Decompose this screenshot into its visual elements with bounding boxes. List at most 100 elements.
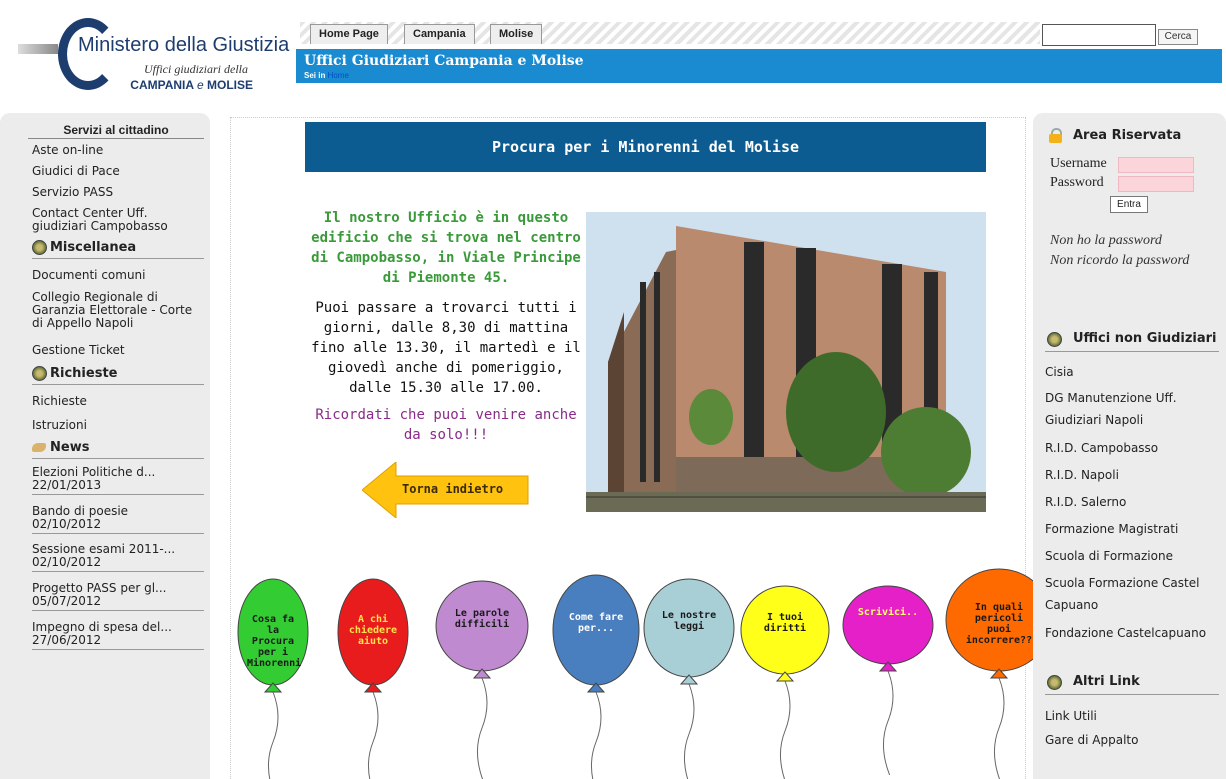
password-field[interactable]: [1118, 176, 1194, 192]
sidebar-item-ticket[interactable]: Gestione Ticket: [32, 344, 204, 357]
balloon-label: A chi chiedere aiuto: [348, 614, 398, 647]
sidebar-item-istruzioni[interactable]: Istruzioni: [32, 419, 204, 432]
sidebar-item-servizio-pass[interactable]: Servizio PASS: [32, 186, 204, 199]
news-date: 02/10/2012: [32, 555, 102, 569]
news-date: 27/06/2012: [32, 633, 102, 647]
link-formazione-magistrati[interactable]: Formazione Magistrati: [1045, 518, 1223, 540]
sidebar-item-contact-center[interactable]: Contact Center Uff. giudiziari Campobass…: [32, 207, 204, 233]
link-utili[interactable]: Link Utili: [1045, 705, 1223, 727]
sidebar-item-richieste[interactable]: Richieste: [32, 395, 204, 408]
sidebar-item-aste[interactable]: Aste on-line: [32, 144, 204, 157]
forgot-password-link[interactable]: Non ricordo la password: [1050, 253, 1189, 269]
area-riservata-title: Area Riservata: [1073, 128, 1182, 143]
link-gare-appalto[interactable]: Gare di Appalto: [1045, 729, 1223, 751]
link-cisia[interactable]: Cisia: [1045, 361, 1223, 383]
ministry-logo[interactable]: Ministero della Giustizia Uffici giudizi…: [18, 14, 289, 102]
news-date: 02/10/2012: [32, 517, 102, 531]
news-title: News: [50, 440, 90, 455]
username-label: Username: [1050, 156, 1107, 171]
hours-paragraph: Puoi passare a trovarci tutti i giorni, …: [311, 300, 581, 396]
miscellanea-header: Miscellanea: [32, 237, 204, 259]
balloon-icon: [337, 578, 409, 779]
news-item[interactable]: Elezioni Politiche d... 22/01/2013: [32, 466, 204, 495]
news-date: 05/07/2012: [32, 594, 102, 608]
left-sidebar: Servizi al cittadino Aste on-line Giudic…: [0, 113, 210, 779]
page-title: Procura per i Minorenni del Molise: [491, 138, 800, 156]
balloon-label: Cosa fa la Procura per i Minorenni: [247, 614, 302, 669]
news-title-text: Impegno di spesa del...: [32, 620, 172, 634]
no-password-link[interactable]: Non ho la password: [1050, 233, 1162, 249]
news-item[interactable]: Impegno di spesa del... 27/06/2012: [32, 621, 204, 650]
balloon-button[interactable]: I tuoi diritti: [740, 585, 830, 779]
area-riservata-header: Area Riservata: [1045, 125, 1219, 149]
news-title-text: Elezioni Politiche d...: [32, 465, 156, 479]
balloon-button[interactable]: A chi chiedere aiuto: [337, 578, 409, 779]
news-item[interactable]: Sessione esami 2011-... 02/10/2012: [32, 543, 204, 572]
site-title: Uffici Giudiziari Campania e Molise: [304, 53, 584, 69]
logo-title-part2: Giustizia: [212, 34, 290, 56]
breadcrumb-prefix: Sei in: [304, 71, 326, 80]
username-field[interactable]: [1118, 157, 1194, 173]
balloon-label: Scrivici..: [857, 607, 919, 618]
emblem-icon: [32, 366, 47, 381]
altri-link-header: Altri Link: [1045, 671, 1219, 695]
link-rid-salerno[interactable]: R.I.D. Salerno: [1045, 491, 1223, 513]
balloon-button[interactable]: Le nostre leggi: [643, 578, 735, 779]
link-scuola-formazione[interactable]: Scuola di Formazione: [1045, 545, 1223, 567]
sidebar-item-giudici-pace[interactable]: Giudici di Pace: [32, 165, 204, 178]
balloon-button[interactable]: Cosa fa la Procura per i Minorenni: [237, 578, 309, 779]
logo-title: Ministero della Giustizia: [78, 34, 289, 57]
logo-region-a: CAMPANIA: [130, 78, 194, 92]
password-label: Password: [1050, 175, 1104, 190]
sidebar-item-collegio[interactable]: Collegio Regionale di Garanzia Elettoral…: [32, 291, 204, 330]
balloon-button[interactable]: Come fare per...: [552, 574, 640, 779]
uffici-header: Uffici non Giudiziari: [1045, 328, 1219, 352]
sidebar-item-documenti[interactable]: Documenti comuni: [32, 269, 204, 282]
site-title-bar: Uffici Giudiziari Campania e Molise Sei …: [296, 49, 1222, 83]
reminder-paragraph: Ricordati che puoi venire anche da solo!…: [315, 407, 577, 443]
lock-icon: [1049, 128, 1062, 143]
logo-bar: [18, 44, 58, 54]
link-scuola-castel-capuano[interactable]: Scuola Formazione Castel Capuano: [1045, 572, 1223, 616]
search-button[interactable]: Cerca: [1158, 29, 1198, 45]
altri-link-title: Altri Link: [1073, 674, 1140, 689]
breadcrumb: Sei in Home: [304, 71, 349, 80]
uffici-title: Uffici non Giudiziari: [1073, 331, 1217, 346]
link-dg-manutenzione[interactable]: DG Manutenzione Uff. Giudiziari Napoli: [1045, 387, 1223, 431]
balloon-label: Le nostre leggi: [661, 610, 717, 632]
news-date: 22/01/2013: [32, 478, 102, 492]
balloon-icon: [643, 578, 735, 779]
emblem-icon: [1047, 332, 1062, 347]
miscellanea-title: Miscellanea: [50, 240, 137, 255]
login-button[interactable]: Entra: [1110, 196, 1148, 213]
emblem-icon: [1047, 675, 1062, 690]
balloon-label: I tuoi diritti: [763, 612, 807, 634]
link-fondazione[interactable]: Fondazione Castelcapuano: [1045, 622, 1223, 644]
news-title-text: Progetto PASS per gl...: [32, 581, 167, 595]
balloon-button[interactable]: Le parole difficili: [435, 580, 529, 779]
news-icon: [32, 441, 48, 453]
balloon-button[interactable]: Scrivici..: [842, 585, 934, 777]
link-rid-campobasso[interactable]: R.I.D. Campobasso: [1045, 437, 1223, 459]
page-banner: Procura per i Minorenni del Molise: [305, 122, 986, 172]
back-label: Torna indietro: [402, 482, 504, 496]
building-photo: [586, 212, 986, 512]
back-button[interactable]: Torna indietro: [361, 460, 532, 520]
search-input[interactable]: [1042, 24, 1156, 46]
logo-subtitle: Uffici giudiziari della: [144, 62, 248, 76]
link-rid-napoli[interactable]: R.I.D. Napoli: [1045, 464, 1223, 486]
news-item[interactable]: Bando di poesie 02/10/2012: [32, 505, 204, 534]
tab-campania[interactable]: Campania: [404, 24, 475, 44]
logo-region-b: e: [196, 78, 204, 92]
logo-region: CAMPANIA e MOLISE: [118, 78, 253, 92]
richieste-title: Richieste: [50, 366, 118, 381]
tab-molise[interactable]: Molise: [490, 24, 543, 44]
tab-home-page[interactable]: Home Page: [310, 24, 388, 44]
news-header: News: [32, 437, 204, 459]
tabs-bar: Home Page Campania Molise: [300, 22, 1040, 44]
logo-title-part1: Ministero della: [78, 34, 207, 56]
breadcrumb-home-link[interactable]: Home: [328, 71, 349, 80]
news-title-text: Sessione esami 2011-...: [32, 542, 176, 556]
news-item[interactable]: Progetto PASS per gl... 05/07/2012: [32, 582, 204, 611]
servizi-title: Servizi al cittadino: [28, 123, 204, 139]
